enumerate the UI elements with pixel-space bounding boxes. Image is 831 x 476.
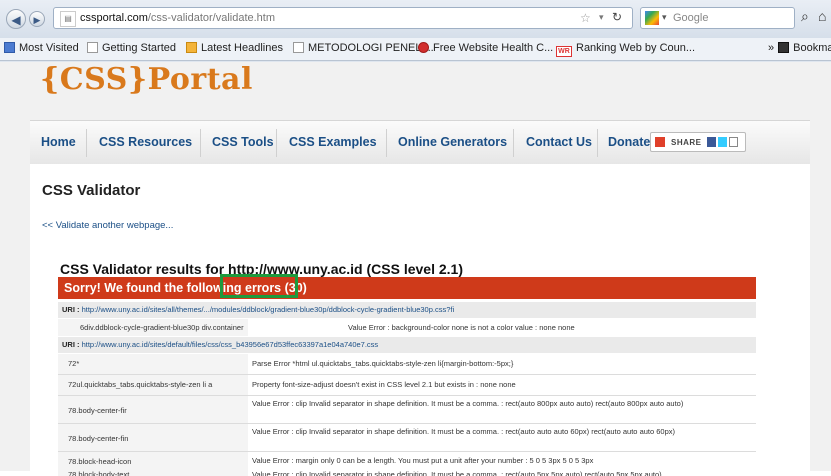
page-title: CSS Validator (42, 182, 141, 199)
nav-separator (386, 129, 387, 157)
bookmark-getting-started[interactable]: Getting Started (87, 42, 176, 54)
uri-row: URI : http://www.uny.ac.id/sites/all/the… (58, 302, 756, 318)
site-logo[interactable]: {CSS}Portal (40, 62, 253, 97)
url-domain: cssportal.com (80, 12, 148, 24)
bookmark-latest-headlines[interactable]: Latest Headlines (186, 42, 283, 54)
bookmark-most-visited[interactable]: Most Visited (4, 42, 79, 54)
star-bookmark-icon[interactable]: ☆ (580, 11, 591, 25)
search-icon[interactable]: ⌕ (801, 8, 809, 25)
web-page: {CSS}Portal Home CSS Resources CSS Tools… (0, 62, 831, 476)
search-placeholder: Google (673, 12, 709, 24)
error-line: 78.block-head-icon (58, 452, 248, 470)
error-banner: Sorry! We found the following errors (30… (58, 277, 756, 299)
wr-icon: WR (556, 46, 572, 57)
forward-icon[interactable]: ▶ (29, 11, 45, 27)
nav-contact-us[interactable]: Contact Us (526, 135, 592, 149)
error-line: 78.body-center-fin (58, 424, 248, 451)
error-message: Value Error : clip Invalid separator in … (248, 396, 756, 423)
url-path: /css-validator/validate.htm (147, 12, 276, 24)
browser-chrome: ◀ ▶ ▤ cssportal.com/css-validator/valida… (0, 0, 831, 62)
back-icon[interactable]: ◀ (6, 9, 26, 29)
uri-row: URI : http://www.uny.ac.id/sites/default… (58, 337, 756, 353)
error-line: 6div.ddblock-cycle-gradient-blue30p div.… (58, 319, 248, 336)
nav-css-resources[interactable]: CSS Resources (99, 135, 192, 149)
main-content: CSS Validator << Validate another webpag… (30, 164, 810, 476)
error-count-highlight (220, 274, 298, 298)
nav-donate[interactable]: Donate (608, 135, 650, 149)
error-message: Property font-size-adjust doesn't exist … (248, 375, 756, 395)
uri-link[interactable]: http://www.uny.ac.id/sites/all/themes/..… (82, 305, 455, 314)
table-row: 78.body-center-fir Value Error : clip In… (58, 396, 756, 423)
table-row: 72* Parse Error *html ul.quicktabs_tabs.… (58, 354, 756, 374)
error-message: Value Error : margin only 0 can be a len… (248, 452, 756, 470)
error-line: 78.body-center-fir (58, 396, 248, 423)
table-row: 72ul.quicktabs_tabs.quicktabs-style-zen … (58, 375, 756, 395)
table-row: 6div.ddblock-cycle-gradient-blue30p div.… (58, 319, 756, 336)
facebook-icon (707, 137, 716, 147)
page-icon (87, 42, 98, 53)
nav-separator (276, 129, 277, 157)
bookmarks-toolbar: Most Visited Getting Started Latest Head… (0, 38, 831, 61)
nav-css-tools[interactable]: CSS Tools (212, 135, 274, 149)
home-icon[interactable]: ⌂ (818, 8, 826, 24)
table-row: 78.block-head-icon Value Error : margin … (58, 452, 756, 470)
error-message: Value Error : background-color none is n… (248, 319, 756, 336)
health-icon (418, 42, 429, 53)
site-navigation: Home CSS Resources CSS Tools CSS Example… (30, 120, 810, 166)
email-icon (729, 137, 738, 147)
error-message: Value Error : clip Invalid separator in … (248, 424, 756, 451)
nav-separator (200, 129, 201, 157)
share-icon (655, 137, 665, 147)
site-identity-icon[interactable]: ▤ (60, 11, 76, 27)
bookmarks-menu[interactable]: »Bookmar (768, 42, 831, 54)
nav-online-generators[interactable]: Online Generators (398, 135, 507, 149)
error-line: 72* (58, 354, 248, 374)
dropdown-arrow-icon[interactable]: ▾ (599, 12, 604, 23)
uri-link[interactable]: http://www.uny.ac.id/sites/default/files… (82, 340, 379, 349)
google-icon (645, 11, 659, 25)
page-icon (293, 42, 304, 53)
nav-css-examples[interactable]: CSS Examples (289, 135, 377, 149)
reload-icon[interactable]: ↻ (612, 10, 622, 24)
bookmarks-icon (778, 42, 790, 53)
navigation-toolbar: ◀ ▶ ▤ cssportal.com/css-validator/valida… (0, 0, 831, 38)
nav-home[interactable]: Home (41, 135, 76, 149)
twitter-icon (718, 137, 727, 147)
search-bar[interactable]: ▾ Google (640, 7, 795, 29)
bookmark-metodologi[interactable]: METODOLOGI PENELI... (293, 42, 434, 54)
search-engine-dropdown-icon[interactable]: ▾ (662, 12, 667, 23)
url-bar[interactable]: ▤ cssportal.com/css-validator/validate.h… (53, 7, 633, 29)
error-line: 72ul.quicktabs_tabs.quicktabs-style-zen … (58, 375, 248, 395)
nav-separator (597, 129, 598, 157)
nav-separator (513, 129, 514, 157)
share-button[interactable]: SHARE (650, 132, 746, 152)
table-row: 78.body-center-fin Value Error : clip In… (58, 424, 756, 451)
bookmark-ranking-web[interactable]: WR Ranking Web by Coun... (556, 42, 695, 57)
nav-separator (86, 129, 87, 157)
most-visited-icon (4, 42, 15, 53)
bookmark-website-health[interactable]: Free Website Health C... (418, 42, 553, 54)
error-message: Parse Error *html ul.quicktabs_tabs.quic… (248, 354, 756, 374)
rss-icon (186, 42, 197, 53)
validate-another-link[interactable]: << Validate another webpage... (42, 220, 173, 231)
